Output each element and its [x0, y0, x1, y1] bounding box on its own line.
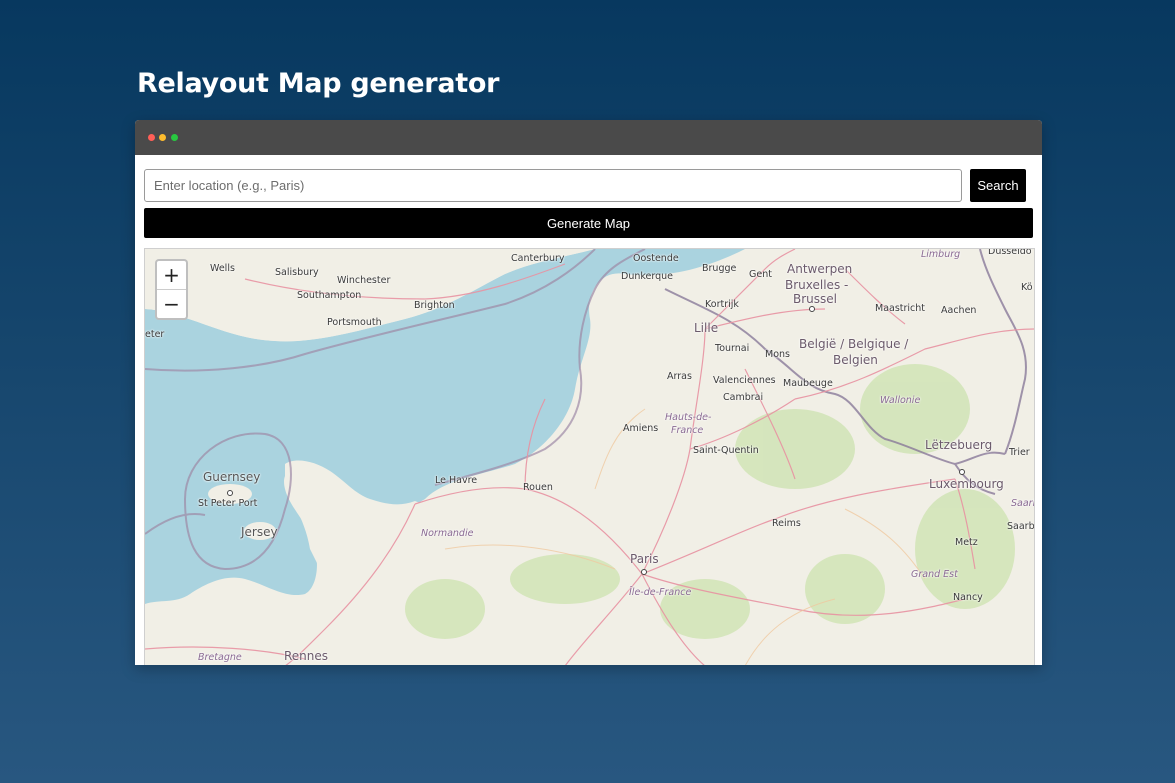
map-label-ko: Kö	[1021, 282, 1033, 293]
map-label-brugge: Brugge	[702, 263, 737, 274]
map-label-trier: Trier	[1009, 447, 1030, 458]
map-label-limburg: Limburg	[921, 249, 961, 260]
zoom-in-button[interactable]: +	[157, 261, 186, 290]
map-label-ostende: Oostende	[633, 253, 679, 264]
map-label-canterbury: Canterbury	[511, 253, 565, 264]
window-titlebar	[135, 120, 1042, 155]
map-label-cambrai: Cambrai	[723, 392, 764, 403]
map-label-gent: Gent	[749, 269, 772, 280]
map-label-belgie: België / Belgique /	[799, 337, 909, 351]
map-label-aachen: Aachen	[941, 305, 977, 316]
map-label-hautsdefrance-2: France	[671, 425, 704, 436]
map-label-rouen: Rouen	[523, 482, 553, 493]
map-label-metz: Metz	[955, 537, 978, 548]
map-label-antwerpen: Antwerpen	[787, 262, 853, 276]
generate-map-button[interactable]: Generate Map	[144, 208, 1033, 238]
map-label-arras: Arras	[667, 371, 692, 382]
map-label-mons: Mons	[765, 349, 790, 360]
zoom-out-button[interactable]: −	[157, 290, 186, 318]
app-content: Search Generate Map	[135, 155, 1042, 665]
map-label-belgien: Belgien	[833, 353, 878, 367]
map-label-luxembourg: Luxembourg	[929, 477, 1004, 491]
location-search-input[interactable]	[144, 169, 962, 202]
map-label-amiens: Amiens	[623, 423, 659, 434]
search-button[interactable]: Search	[970, 169, 1026, 202]
map-label-grandest: Grand Est	[911, 569, 958, 580]
close-window-dot[interactable]	[148, 134, 155, 141]
map-label-portsmouth: Portsmouth	[327, 317, 382, 328]
city-marker-paris	[641, 569, 647, 575]
map-label-bretagne: Bretagne	[198, 652, 242, 663]
map-label-eter: eter	[145, 329, 165, 340]
map-label-nancy: Nancy	[953, 592, 983, 603]
map-label-saarb: Saarb	[1007, 521, 1035, 532]
map-label-brighton: Brighton	[414, 300, 455, 311]
city-marker-brussels	[809, 306, 815, 312]
map-label-lille: Lille	[694, 321, 719, 335]
map-label-reims: Reims	[772, 518, 801, 529]
map-label-maubeuge: Maubeuge	[783, 378, 833, 389]
map-label-paris: Paris	[630, 552, 659, 566]
map-label-letzebuerg: Lëtzebuerg	[925, 438, 993, 452]
map-label-guernsey: Guernsey	[203, 470, 261, 484]
map-label-jersey: Jersey	[241, 525, 278, 539]
maximize-window-dot[interactable]	[171, 134, 178, 141]
map-label-rennes: Rennes	[284, 649, 329, 663]
map-label-valenciennes: Valenciennes	[713, 375, 776, 386]
map-label-saarl: Saarl	[1011, 498, 1035, 509]
map-label-iledefrance: Île-de-France	[629, 587, 692, 598]
map-label-hautsdefrance-1: Hauts-de-	[665, 412, 712, 423]
minimize-window-dot[interactable]	[159, 134, 166, 141]
page-title: Relayout Map generator	[137, 68, 500, 99]
map-label-dusseldorf: Düsseldo	[988, 248, 1032, 257]
map-view[interactable]: Wells Salisbury Winchester Southampton B…	[144, 248, 1035, 665]
map-label-kortrijk: Kortrijk	[705, 299, 739, 310]
map-label-normandie: Normandie	[421, 528, 474, 539]
map-label-wells: Wells	[210, 263, 235, 274]
map-label-lehavre: Le Havre	[435, 475, 478, 486]
browser-window: Search Generate Map	[135, 120, 1042, 665]
map-label-southampton: Southampton	[297, 290, 362, 301]
zoom-control: + −	[155, 259, 188, 320]
map-label-salisbury: Salisbury	[275, 267, 319, 278]
map-label-stpeterport: St Peter Port	[198, 498, 258, 509]
map-label-bruxelles: Bruxelles -	[785, 278, 849, 292]
map-label-brussel: Brussel	[793, 292, 837, 306]
map-label-dunkerque: Dunkerque	[621, 271, 673, 282]
map-label-tournai: Tournai	[715, 343, 750, 354]
map-label-winchester: Winchester	[337, 275, 391, 286]
map-label-wallonie: Wallonie	[880, 395, 921, 406]
map-label-saintquentin: Saint-Quentin	[693, 445, 759, 456]
city-marker-stpeterport	[227, 490, 233, 496]
city-marker-luxembourg	[959, 469, 965, 475]
map-label-maastricht: Maastricht	[875, 303, 926, 314]
